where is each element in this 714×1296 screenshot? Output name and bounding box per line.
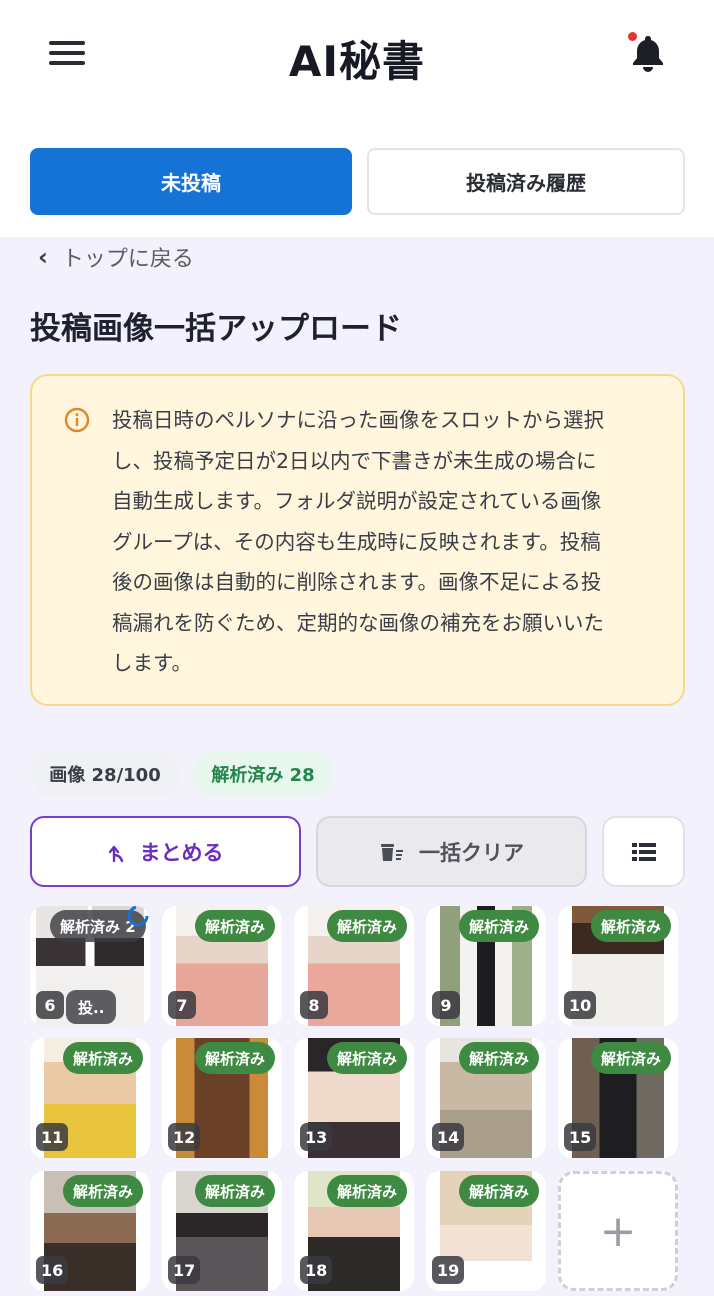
image-number: 18: [300, 1256, 333, 1284]
page-title: 投稿画像一括アップロード: [30, 311, 402, 347]
image-tile[interactable]: 解析済み 8: [294, 906, 414, 1026]
trash-icon: [381, 843, 403, 861]
analyzed-tag: 解析済み: [590, 1042, 671, 1074]
image-tile[interactable]: 解析済み 19: [426, 1171, 546, 1291]
analyzed-tag: 解析済み: [458, 1175, 539, 1207]
back-to-top-link[interactable]: ‹ トップに戻る: [38, 240, 194, 274]
app-title: AI秘書: [288, 37, 426, 86]
add-image-button[interactable]: +: [558, 1171, 678, 1291]
list-view-button[interactable]: [602, 816, 685, 887]
image-number: 13: [300, 1123, 333, 1151]
image-tile[interactable]: 解析済み 9: [426, 906, 546, 1026]
image-tile[interactable]: 解析済み 17: [162, 1171, 282, 1291]
analyzed-tag: 解析済み: [194, 1175, 275, 1207]
app-header: AI秘書: [0, 0, 714, 110]
notice-line: 稿漏れを防ぐため、定期的な画像の補充をお願いいた: [112, 610, 604, 635]
notice-line: グループは、その内容も生成時に反映されます。投稿: [112, 529, 601, 554]
notice-line: します。: [112, 651, 192, 675]
analyzed-tag: 解析済み: [458, 1042, 539, 1074]
image-tile[interactable]: 解析済み 10: [558, 906, 678, 1026]
tab-posted-history[interactable]: 投稿済み履歴: [367, 148, 685, 215]
back-link-label: トップに戻る: [61, 247, 194, 272]
image-tile[interactable]: 解析済み 11: [30, 1038, 150, 1158]
analyzed-tag: 解析済み: [458, 910, 539, 942]
notice-text: 投稿日時のペルソナに沿った画像をスロットから選択 し、投稿予定日が2日以内で下書…: [112, 400, 657, 684]
list-view-icon: [631, 842, 656, 861]
image-tile[interactable]: 解析済み 16: [30, 1171, 150, 1291]
analyzed-tag: 解析済み: [326, 910, 407, 942]
analyzed-tag: 解析済み: [590, 910, 671, 942]
image-number: 6: [36, 991, 64, 1019]
chevron-left-icon: ‹: [38, 243, 48, 271]
analyzed-tag: 解析済み: [326, 1175, 407, 1207]
image-number: 10: [564, 991, 597, 1019]
merge-arrow-icon: [108, 845, 123, 862]
analyzed-tag: 解析済み: [62, 1042, 143, 1074]
clear-all-button[interactable]: 一括クリア: [316, 816, 587, 887]
image-number: 7: [168, 991, 196, 1019]
image-number: 17: [168, 1256, 201, 1284]
image-number: 11: [36, 1123, 69, 1151]
notice-line: 自動生成します。フォルダ説明が設定されている画像: [112, 489, 602, 513]
image-tile[interactable]: 解析済み 12: [162, 1038, 282, 1158]
image-number: 15: [564, 1123, 597, 1151]
image-tile[interactable]: 解析済み 14: [426, 1038, 546, 1158]
info-icon: [64, 407, 90, 433]
analyzed-tag: 解析済み: [194, 1042, 275, 1074]
image-number: 14: [432, 1123, 465, 1151]
clear-all-button-label: 一括クリア: [419, 840, 524, 865]
image-count-badge: 画像 28/100: [30, 751, 180, 797]
notice-line: し、投稿予定日が2日以内で下書きが未生成の場合に: [112, 448, 597, 473]
notice-line: 後の画像は自動的に削除されます。画像不足による投: [112, 570, 602, 594]
image-number: 9: [432, 991, 460, 1019]
image-number: 12: [168, 1123, 201, 1151]
image-number: 16: [36, 1256, 69, 1284]
posted-tag: 投..: [66, 990, 117, 1024]
image-number: 8: [300, 991, 328, 1019]
selection-ring-icon: [127, 905, 149, 927]
analyzed-tag: 解析済み: [62, 1175, 143, 1207]
merge-button[interactable]: まとめる: [30, 816, 301, 887]
notification-dot: [628, 32, 637, 41]
image-tile[interactable]: 解析済み 18: [294, 1171, 414, 1291]
analyzed-tag: 解析済み: [194, 910, 275, 942]
image-number: 19: [432, 1256, 465, 1284]
image-tile[interactable]: 解析済み 15: [558, 1038, 678, 1158]
image-tile[interactable]: 解析済み 7: [162, 906, 282, 1026]
notice-line: 投稿日時のペルソナに沿った画像をスロットから選択: [112, 408, 604, 432]
merge-button-label: まとめる: [139, 840, 224, 865]
analyzed-tag: 解析済み: [326, 1042, 407, 1074]
analyzed-count-badge: 解析済み 28: [193, 751, 333, 797]
tab-unposted[interactable]: 未投稿: [30, 148, 352, 215]
image-tile[interactable]: 解析済み 13: [294, 1038, 414, 1158]
